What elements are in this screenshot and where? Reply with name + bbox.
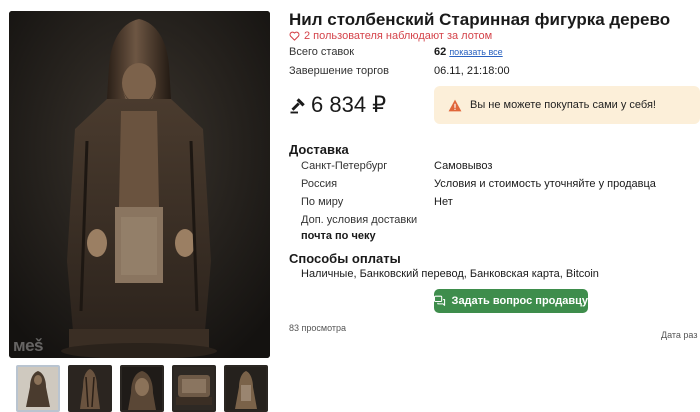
thumbnail-strip	[16, 365, 268, 412]
delivery-value-russia: Условия и стоимость уточняйте у продавца	[434, 178, 656, 190]
thumbnail-2[interactable]	[68, 365, 112, 412]
price-value: 6 834 ₽	[311, 92, 387, 117]
payment-heading: Способы оплаты	[289, 251, 401, 266]
delivery-value-spb: Самовывоз	[434, 160, 493, 172]
ask-seller-label: Задать вопрос продавцу	[451, 295, 588, 307]
delivery-heading: Доставка	[289, 142, 349, 157]
main-photo[interactable]: мeš	[9, 11, 270, 358]
thumbnail-4[interactable]	[172, 365, 216, 412]
bids-label: Всего ставок	[289, 46, 355, 58]
date-label: Дата раз	[661, 330, 698, 340]
bids-count: 62	[434, 46, 447, 58]
end-value: 06.11, 21:18:00	[434, 65, 510, 77]
chat-icon	[434, 295, 446, 306]
thumbnail-3[interactable]	[120, 365, 164, 412]
delivery-value-world: Нет	[434, 196, 453, 208]
figurine-image	[9, 11, 270, 358]
heart-outline-icon	[289, 31, 300, 41]
views-count: 83 просмотра	[289, 323, 347, 333]
ask-seller-button[interactable]: Задать вопрос продавцу	[434, 289, 588, 313]
watchers-text: 2 пользователя наблюдают за лотом	[304, 30, 493, 42]
delivery-label-spb: Санкт-Петербург	[301, 160, 388, 172]
extra-delivery-label: Доп. условия доставки	[301, 214, 418, 226]
extra-delivery-value: почта по чеку	[301, 230, 376, 242]
thumbnail-5[interactable]	[224, 365, 268, 412]
end-label: Завершение торгов	[289, 65, 389, 77]
show-all-bids-link[interactable]: показать все	[449, 47, 502, 57]
watch-lot-link[interactable]: 2 пользователя наблюдают за лотом	[289, 30, 492, 42]
gavel-icon	[290, 98, 305, 114]
payment-methods: Наличные, Банковский перевод, Банковская…	[301, 268, 599, 280]
notice-text: Вы не можете покупать сами у себя!	[470, 99, 656, 111]
current-price: 6 834 ₽	[289, 92, 386, 118]
thumbnail-1[interactable]	[16, 365, 60, 412]
cannot-buy-notice: Вы не можете покупать сами у себя!	[434, 86, 700, 124]
delivery-label-world: По миру	[301, 196, 344, 208]
warning-icon	[448, 99, 462, 111]
lot-title: Нил столбенский Старинная фигурка дерево	[289, 10, 671, 29]
delivery-label-russia: Россия	[301, 178, 338, 190]
watermark-logo: мeš	[13, 336, 44, 355]
